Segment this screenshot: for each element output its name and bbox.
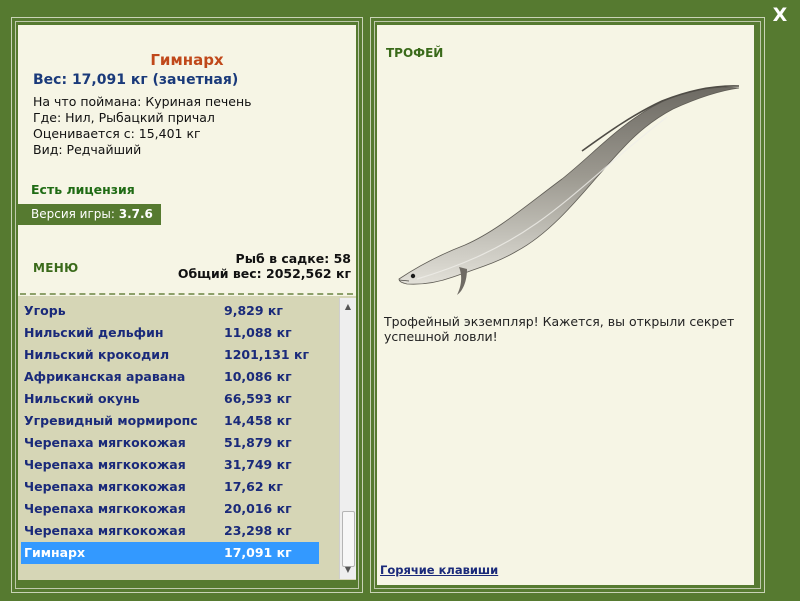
trophy-message: Трофейный экземпляр! Кажется, вы открыли…	[384, 314, 735, 344]
fish-info-card: Гимнарх Вес: 17,091 кг (зачетная) На что…	[18, 25, 356, 296]
catch-fish-name: Угревидный мормиропс	[24, 413, 198, 428]
version-value: 3.7.6	[118, 207, 153, 221]
catch-list-row[interactable]: Гимнарх 17,091 кг	[21, 542, 319, 564]
catch-fish-name: Нильский дельфин	[24, 325, 164, 340]
scroll-up-icon[interactable]: ▲	[340, 300, 356, 314]
catch-list[interactable]: Угорь 9,829 кг Нильский дельфин 11,088 кг Ни…	[18, 296, 356, 580]
hotkeys-link[interactable]: Горячие клавиши	[380, 563, 498, 577]
value-line: Оценивается с: 15,401 кг	[33, 126, 201, 141]
fish-count-line: Рыб в садке: 58	[235, 251, 351, 266]
version-label: Версия игры:	[31, 207, 119, 221]
catch-fish-name: Черепаха мягкокожая	[24, 435, 186, 450]
catch-fish-weight: 66,593 кг	[224, 391, 292, 406]
scroll-thumb[interactable]	[342, 511, 355, 567]
catch-fish-weight: 23,298 кг	[224, 523, 292, 538]
catch-list-row[interactable]: Нильский окунь 66,593 кг	[21, 388, 319, 410]
catch-fish-name: Африканская аравана	[24, 369, 186, 384]
catch-list-row[interactable]: Черепаха мягкокожая 31,749 кг	[21, 454, 319, 476]
close-icon: X	[772, 4, 788, 26]
total-weight-line: Общий вес: 2052,562 кг	[177, 266, 351, 281]
menu-button[interactable]: МЕНЮ	[33, 261, 78, 275]
scroll-down-icon[interactable]: ▼	[340, 563, 356, 577]
catch-fish-name: Гимнарх	[24, 545, 86, 560]
catch-list-row[interactable]: Нильский крокодил 1201,131 кг	[21, 344, 319, 366]
catch-fish-weight: 17,62 кг	[224, 479, 283, 494]
catch-fish-name: Нильский крокодил	[24, 347, 170, 362]
license-status: Есть лицензия	[31, 182, 135, 197]
catch-fish-weight: 31,749 кг	[224, 457, 292, 472]
catch-fish-weight: 9,829 кг	[224, 303, 283, 318]
catch-list-row[interactable]: Угорь 9,829 кг	[21, 300, 319, 322]
catch-fish-name: Угорь	[24, 303, 66, 318]
fish-name-title: Гимнарх	[150, 51, 224, 69]
trophy-card: ТРОФЕЙ Трофейный экземпляр! Кажется, вы …	[377, 25, 754, 585]
catch-fish-weight: 11,088 кг	[224, 325, 292, 340]
catch-list-row[interactable]: Черепаха мягкокожая 20,016 кг	[21, 498, 319, 520]
keepnet-stats: Рыб в садке: 58 Общий вес: 2052,562 кг	[178, 251, 351, 281]
version-bar: Версия игры: 3.7.6	[18, 204, 161, 225]
catch-list-row[interactable]: Нильский дельфин 11,088 кг	[21, 322, 319, 344]
catch-fish-weight: 20,016 кг	[224, 501, 292, 516]
catch-fish-name: Нильский окунь	[24, 391, 140, 406]
catch-list-row[interactable]: Угревидный мормиропс 14,458 кг	[21, 410, 319, 432]
kind-line: Вид: Редчайший	[33, 142, 142, 157]
catch-fish-weight: 1201,131 кг	[224, 347, 309, 362]
list-scrollbar[interactable]: ▲ ▼	[339, 298, 356, 579]
catch-fish-weight: 14,458 кг	[224, 413, 292, 428]
fish-weight-line: Вес: 17,091 кг (зачетная)	[33, 72, 239, 88]
place-line: Где: Нил, Рыбацкий причал	[33, 110, 215, 125]
catch-fish-name: Черепаха мягкокожая	[24, 501, 186, 516]
catch-fish-weight: 17,091 кг	[224, 545, 292, 560]
close-button[interactable]: X	[769, 4, 791, 26]
catch-fish-name: Черепаха мягкокожая	[24, 457, 186, 472]
catch-fish-name: Черепаха мягкокожая	[24, 523, 186, 538]
bait-line: На что поймана: Куриная печень	[33, 94, 252, 109]
catch-fish-weight: 51,879 кг	[224, 435, 292, 450]
catch-list-row[interactable]: Африканская аравана 10,086 кг	[21, 366, 319, 388]
catch-fish-weight: 10,086 кг	[224, 369, 292, 384]
catch-details-window: X Гимнарх Вес: 17,091 кг (зачетная) На ч…	[0, 0, 800, 601]
catch-list-row[interactable]: Черепаха мягкокожая 51,879 кг	[21, 432, 319, 454]
catch-list-row[interactable]: Черепаха мягкокожая 17,62 кг	[21, 476, 319, 498]
divider	[20, 293, 353, 295]
catch-fish-name: Черепаха мягкокожая	[24, 479, 186, 494]
fish-image	[398, 85, 740, 295]
catch-list-row[interactable]: Черепаха мягкокожая 23,298 кг	[21, 520, 319, 542]
